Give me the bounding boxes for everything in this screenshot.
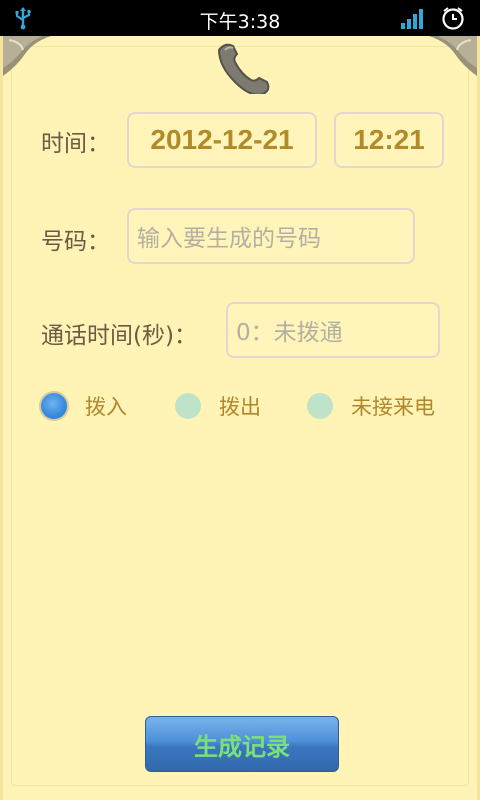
duration-label: 通话时间(秒)： <box>41 323 197 349</box>
duration-input[interactable]: 0：未拨通 <box>226 302 440 358</box>
radio-unchecked-icon <box>307 393 333 419</box>
status-bar: 下午3:38 <box>0 0 480 36</box>
radio-incoming-label: 拨入 <box>85 395 127 419</box>
generate-record-button[interactable]: 生成记录 <box>145 716 339 772</box>
radio-outgoing[interactable]: 拨出 <box>175 388 261 424</box>
number-input[interactable]: 输入要生成的号码 <box>127 208 415 264</box>
radio-unchecked-icon <box>175 393 201 419</box>
signal-icon <box>401 9 423 29</box>
corner-ornament-left-icon <box>3 36 51 76</box>
clock-icon <box>442 7 464 30</box>
radio-checked-icon <box>41 393 67 419</box>
radio-missed-label: 未接来电 <box>351 395 435 419</box>
call-type-radio-group: 拨入 拨出 未接来电 <box>41 388 451 424</box>
time-label: 时间： <box>41 131 110 157</box>
date-picker[interactable]: 2012-12-21 <box>127 112 317 168</box>
time-picker[interactable]: 12:21 <box>334 112 444 168</box>
corner-ornament-right-icon <box>429 36 477 76</box>
paper-background: 时间： 2012-12-21 12:21 号码： 输入要生成的号码 通话时间(秒… <box>0 36 480 800</box>
radio-incoming[interactable]: 拨入 <box>41 388 127 424</box>
number-label: 号码： <box>41 229 110 255</box>
phone-handset-icon <box>217 43 270 94</box>
radio-missed[interactable]: 未接来电 <box>307 388 435 424</box>
radio-outgoing-label: 拨出 <box>219 395 261 419</box>
